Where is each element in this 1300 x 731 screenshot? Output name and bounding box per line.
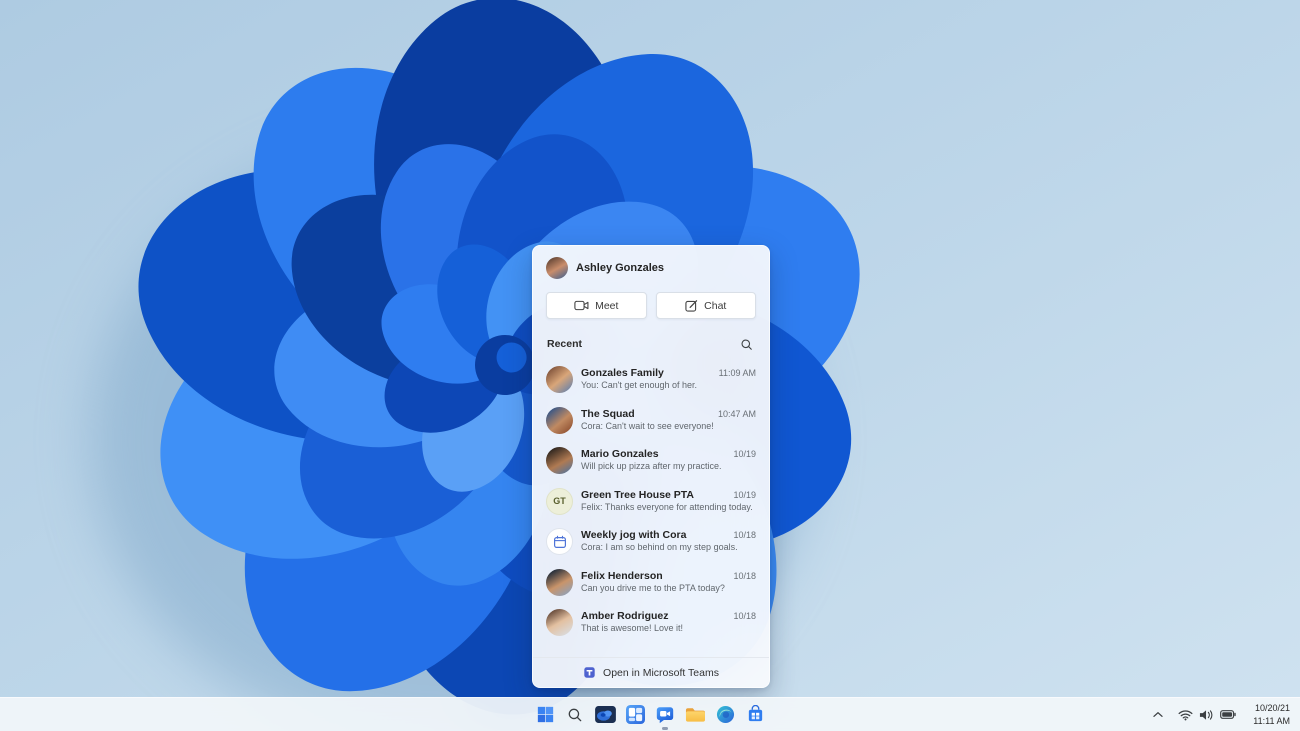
chat-row-amber-rodriguez[interactable]: Amber Rodriguez 10/18 That is awesome! L… (539, 603, 763, 644)
open-in-teams-button[interactable]: Open in Microsoft Teams (533, 657, 769, 687)
chat-avatar (546, 609, 573, 636)
system-tray: 10/20/21 11:11 AM (1151, 698, 1294, 731)
battery-icon (1220, 710, 1236, 719)
chat-name: Mario Gonzales (581, 448, 659, 460)
tray-time: 11:11 AM (1253, 715, 1290, 726)
chat-time: 11:09 AM (718, 368, 756, 378)
taskbar-center-icons (531, 698, 769, 731)
chat-row-gonzales-family[interactable]: Gonzales Family 11:09 AM You: Can't get … (539, 360, 763, 401)
quick-settings-button[interactable] (1174, 705, 1240, 725)
chat-name: Amber Rodriguez (581, 610, 669, 622)
chat-preview: You: Can't get enough of her. (581, 380, 697, 390)
folder-icon (685, 708, 705, 722)
microsoft-store-button[interactable] (741, 701, 769, 729)
chat-preview: That is awesome! Love it! (581, 623, 684, 633)
windows-logo-icon (537, 706, 553, 723)
chat-time: 10/18 (733, 611, 756, 621)
chat-avatar (546, 406, 573, 434)
chat-preview: Cora: I am so behind on my step goals. (581, 542, 738, 552)
chat-name: Felix Henderson (581, 569, 663, 582)
chat-avatar (546, 568, 573, 596)
chat-preview: Will pick up pizza after my practice. (581, 461, 722, 471)
teams-icon (584, 667, 595, 678)
chat-preview: Can you drive me to the PTA today? (581, 582, 725, 593)
chevron-up-icon (1153, 712, 1163, 717)
camera-icon (574, 300, 589, 311)
chat-row-felix-henderson[interactable]: Felix Henderson 10/18 Can you drive me t… (539, 563, 763, 604)
widgets-button[interactable] (621, 701, 649, 729)
chat-avatar-initials: GT (546, 487, 573, 515)
chat-avatar (546, 366, 573, 393)
chat-name: The Squad (581, 407, 635, 420)
chat-time: 10/19 (733, 489, 756, 500)
user-name: Ashley Gonzales (576, 262, 665, 274)
search-icon[interactable] (737, 335, 755, 353)
clock[interactable]: 10/20/21 11:11 AM (1249, 700, 1294, 728)
flyout-actions: Meet Chat (533, 288, 769, 321)
edge-icon (716, 705, 734, 724)
widgets-icon (625, 705, 645, 724)
meet-button[interactable]: Meet (546, 292, 647, 319)
taskbar-overflow-button[interactable] (1151, 707, 1165, 722)
chat-button-taskbar[interactable] (651, 701, 679, 729)
wifi-icon (1178, 709, 1193, 720)
recent-label: Recent (547, 338, 583, 350)
chat-avatar (546, 447, 573, 474)
microsoft-store-icon (748, 705, 762, 722)
chat-name: Weekly jog with Cora (581, 529, 687, 541)
edge-button[interactable] (711, 701, 739, 729)
chat-time: 10/18 (733, 530, 756, 540)
search-icon (568, 708, 582, 721)
chat-preview: Felix: Thanks everyone for attending tod… (581, 501, 753, 512)
user-avatar[interactable] (546, 257, 568, 279)
tray-date: 10/20/21 (1254, 703, 1290, 714)
teams-chat-flyout: Ashley Gonzales Meet Chat Recent Gonzale… (532, 245, 770, 688)
chat-row-mario-gonzales[interactable]: Mario Gonzales 10/19 Will pick up pizza … (539, 441, 763, 482)
volume-icon (1200, 709, 1213, 720)
search-button[interactable] (561, 701, 589, 729)
calendar-icon (546, 528, 573, 555)
meet-button-label: Meet (595, 299, 619, 312)
chat-button-label: Chat (704, 299, 727, 312)
chat-time: 10:47 AM (717, 408, 756, 419)
chat-preview: Cora: Can't wait to see everyone! (581, 420, 714, 431)
chat-name: Gonzales Family (581, 367, 664, 379)
chat-time: 10/19 (733, 449, 756, 459)
desktop: Ashley Gonzales Meet Chat Recent Gonzale… (0, 0, 1300, 731)
open-in-teams-label: Open in Microsoft Teams (603, 666, 719, 679)
task-view-button[interactable] (591, 701, 619, 729)
teams-chat-icon (656, 706, 674, 723)
chat-row-the-squad[interactable]: The Squad 10:47 AM Cora: Can't wait to s… (539, 401, 763, 442)
chat-row-green-tree-house-pta[interactable]: GT Green Tree House PTA 10/19 Felix: Tha… (539, 482, 763, 523)
file-explorer-button[interactable] (681, 701, 709, 729)
start-button[interactable] (531, 701, 559, 729)
chat-row-weekly-jog[interactable]: Weekly jog with Cora 10/18 Cora: I am so… (539, 522, 763, 563)
recent-chat-list: Gonzales Family 11:09 AM You: Can't get … (533, 358, 769, 657)
chat-button[interactable]: Chat (655, 292, 756, 319)
chat-name: Green Tree House PTA (581, 488, 695, 501)
compose-icon (685, 300, 698, 312)
recent-header: Recent (533, 321, 769, 358)
taskbar: 10/20/21 11:11 AM (0, 697, 1300, 731)
task-view-icon (594, 706, 616, 723)
flyout-header: Ashley Gonzales (533, 246, 769, 288)
chat-time: 10/18 (733, 570, 756, 581)
